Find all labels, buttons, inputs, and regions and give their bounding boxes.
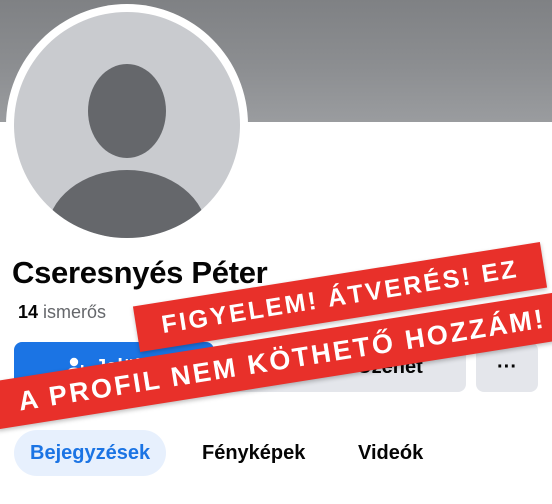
profile-name: Cseresnyés Péter <box>12 255 268 290</box>
friends-label: ismerős <box>43 302 107 322</box>
tab-posts[interactable]: Bejegyzések <box>14 430 167 476</box>
friends-count: 14 <box>18 302 39 322</box>
more-options-icon: ··· <box>497 355 517 378</box>
tab-videos[interactable]: Videók <box>342 430 439 476</box>
friends-count-link[interactable]: 14 ismerős <box>18 302 106 323</box>
profile-picture[interactable] <box>14 12 240 238</box>
default-avatar-head <box>88 64 166 158</box>
default-avatar-body <box>47 170 207 238</box>
profile-tabs: Bejegyzések Fényképek Videók <box>0 430 552 478</box>
tab-photos[interactable]: Fényképek <box>186 430 321 476</box>
